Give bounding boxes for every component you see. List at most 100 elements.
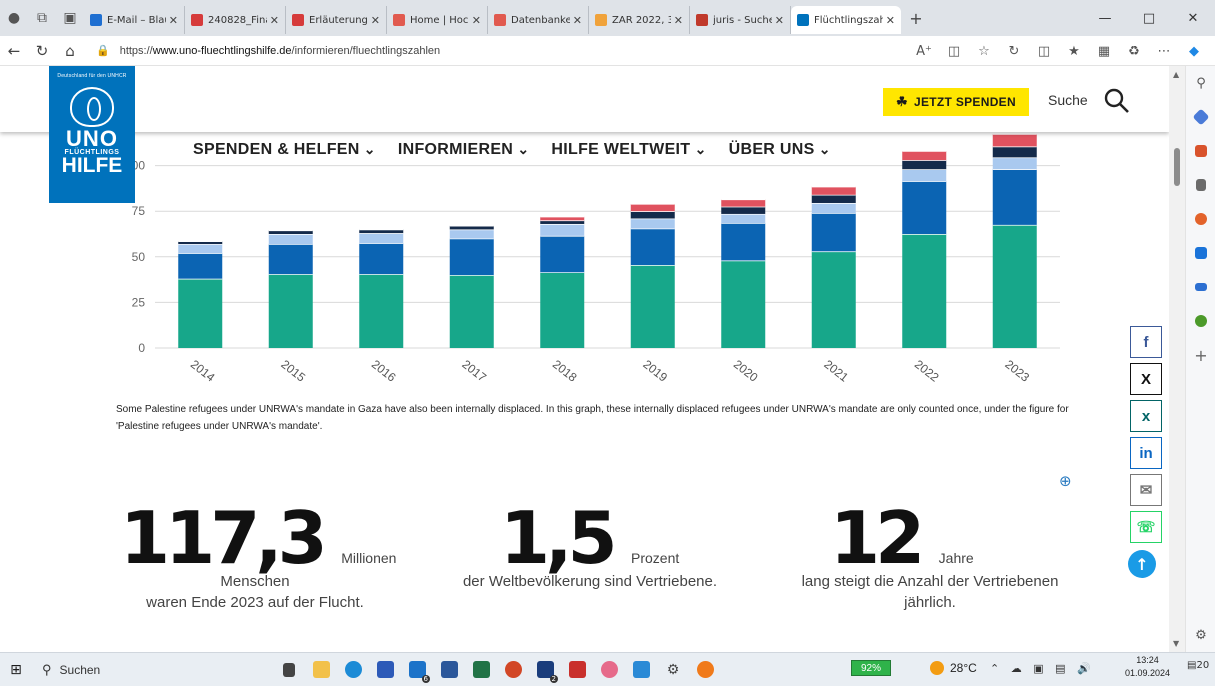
nav-hilfe-weltweit[interactable]: HILFE WELTWEIT [551,141,706,159]
tab-actions-icon[interactable]: ▣ [56,0,84,36]
scroll-down-arrow[interactable]: ▼ [1173,639,1179,648]
favorite-star-icon[interactable]: ☆ [969,44,999,59]
tab-close-icon[interactable]: ✕ [886,14,895,27]
address-bar-actions: A⁺ ◫ ☆ ↻ ◫ ★ ▦ ♻ ⋯ ◆ [909,36,1209,66]
collections-icon[interactable]: ▦ [1089,44,1119,59]
read-aloud-icon[interactable]: A⁺ [909,44,939,59]
page-scrollbar[interactable]: ▲ ▼ [1169,66,1185,652]
y-tick-label: 25 [132,295,146,309]
nav-informieren[interactable]: INFORMIEREN [398,141,530,159]
sidebar-send-icon[interactable] [1186,270,1215,304]
close-window-button[interactable]: ✕ [1171,0,1215,36]
battery-indicator[interactable]: 92% [851,660,891,676]
more-menu-icon[interactable]: ⋯ [1149,44,1179,59]
favorites-icon[interactable]: ★ [1059,44,1089,59]
scrollbar-thumb[interactable] [1174,148,1180,186]
browser-tab[interactable]: 240828_Final_P✕ [185,6,286,34]
task-view-icon[interactable] [274,655,304,685]
browser-tab[interactable]: Datenbanken a✕ [488,6,589,34]
new-tab-button[interactable]: + [901,9,931,28]
x-icon[interactable]: X [1130,363,1162,395]
donate-button[interactable]: ☘ JETZT SPENDEN [883,88,1029,116]
snipping-tool-icon[interactable] [594,655,624,685]
zoom-in-icon[interactable]: ⊕ [1059,472,1072,490]
scroll-to-top-button[interactable]: ↑ [1128,550,1156,578]
xing-icon[interactable]: x [1130,400,1162,432]
bar-segment [902,151,947,161]
word-icon[interactable] [434,655,464,685]
stat-years-unit: Jahre [938,550,974,566]
profile-icon[interactable]: ● [0,0,28,36]
weather-widget[interactable]: 28°C [930,661,977,675]
browser-tab[interactable]: Home | Hochsch✕ [387,6,488,34]
nav-ueber-uns[interactable]: ÜBER UNS [729,141,831,159]
search-icon[interactable] [1104,88,1130,114]
tab-close-icon[interactable]: ✕ [775,14,784,27]
app-available-icon[interactable]: ◫ [939,44,969,59]
tab-close-icon[interactable]: ✕ [270,14,279,27]
extensions-icon[interactable]: ♻ [1119,44,1149,59]
tab-close-icon[interactable]: ✕ [573,14,582,27]
notification-center-icon[interactable]: ▤20 [1187,660,1209,671]
windows-start-icon[interactable]: ⊞ [0,662,32,678]
sidebar-settings-icon[interactable]: ⚙ [1186,618,1215,652]
settings-icon[interactable]: ⚙ [658,655,688,685]
bar-segment [630,203,675,212]
system-tray-icons[interactable]: ⌃ ☁ ▣ ▤ 🔊 [990,662,1095,675]
bar-segment [902,169,947,182]
nav-spenden-helfen[interactable]: SPENDEN & HELFEN [193,141,376,159]
edge-icon[interactable] [338,655,368,685]
refresh-extension-icon[interactable]: ↻ [999,44,1029,59]
url-scheme: https:// [119,44,153,57]
browser-tab[interactable]: Erläuterungen E✕ [286,6,387,34]
reload-button[interactable]: ↻ [28,42,56,60]
url-domain: www.uno-fluechtlingshilfe.de [152,44,292,57]
mail-icon[interactable]: ✉ [1130,474,1162,506]
tab-close-icon[interactable]: ✕ [169,14,178,27]
sidebar-office-icon[interactable] [1186,202,1215,236]
url-field[interactable]: 🔒 https://www.uno-fluechtlingshilfe.de/i… [96,39,796,63]
sidebar-outlook-icon[interactable] [1186,236,1215,270]
sidebar-shopping-icon[interactable] [1186,134,1215,168]
bar-segment [992,146,1037,158]
restore-button[interactable]: □ [1127,0,1171,36]
browser-tab[interactable]: E-Mail – Blau_S✕ [84,6,185,34]
home-button[interactable]: ⌂ [56,42,84,60]
uno-fluechtlingshilfe-logo[interactable]: Deutschland für den UNHCR UNO FLÜCHTLING… [49,66,135,203]
taskbar-search[interactable]: ⚲ Suchen [42,657,172,683]
file-explorer-icon[interactable] [306,655,336,685]
sidebar-tree-icon[interactable] [1186,304,1215,338]
scroll-up-arrow[interactable]: ▲ [1173,70,1179,79]
x-tick-label: 2020 [731,357,761,385]
split-screen-icon[interactable]: ◫ [1029,44,1059,59]
sidebar-games-icon[interactable] [1186,168,1215,202]
store-icon[interactable] [370,655,400,685]
tab-close-icon[interactable]: ✕ [674,14,683,27]
tab-close-icon[interactable]: ✕ [371,14,380,27]
linkedin-icon[interactable]: in [1130,437,1162,469]
bar-segment [268,274,313,348]
l-app-icon[interactable]: 2 [530,655,560,685]
shield-app-icon[interactable] [562,655,592,685]
clock[interactable]: 13:24 01.09.2024 [1125,654,1170,680]
browser-tab[interactable]: juris - Suche na✕ [690,6,791,34]
excel-icon[interactable] [466,655,496,685]
facebook-icon[interactable]: f [1130,326,1162,358]
tab-close-icon[interactable]: ✕ [472,14,481,27]
minimize-button[interactable]: — [1083,0,1127,36]
sidebar-add-icon[interactable]: + [1186,338,1215,372]
sidebar-tag-icon[interactable] [1186,100,1215,134]
copilot-icon[interactable]: ◆ [1179,44,1209,59]
browser-tab[interactable]: Flüchtlingszahle✕ [791,6,901,34]
mail-icon[interactable]: 6 [402,655,432,685]
sidebar-search-icon[interactable]: ⚲ [1186,66,1215,100]
back-button[interactable]: ← [0,42,28,60]
browser-tab[interactable]: ZAR 2022, 360 -✕ [589,6,690,34]
powerpoint-icon[interactable] [498,655,528,685]
search-label[interactable]: Suche [1048,92,1088,108]
avast-icon[interactable] [690,655,720,685]
clock-time: 13:24 [1136,655,1159,665]
photos-icon[interactable] [626,655,656,685]
workspaces-icon[interactable]: ⧉ [28,0,56,36]
whatsapp-icon[interactable]: ☏ [1130,511,1162,543]
